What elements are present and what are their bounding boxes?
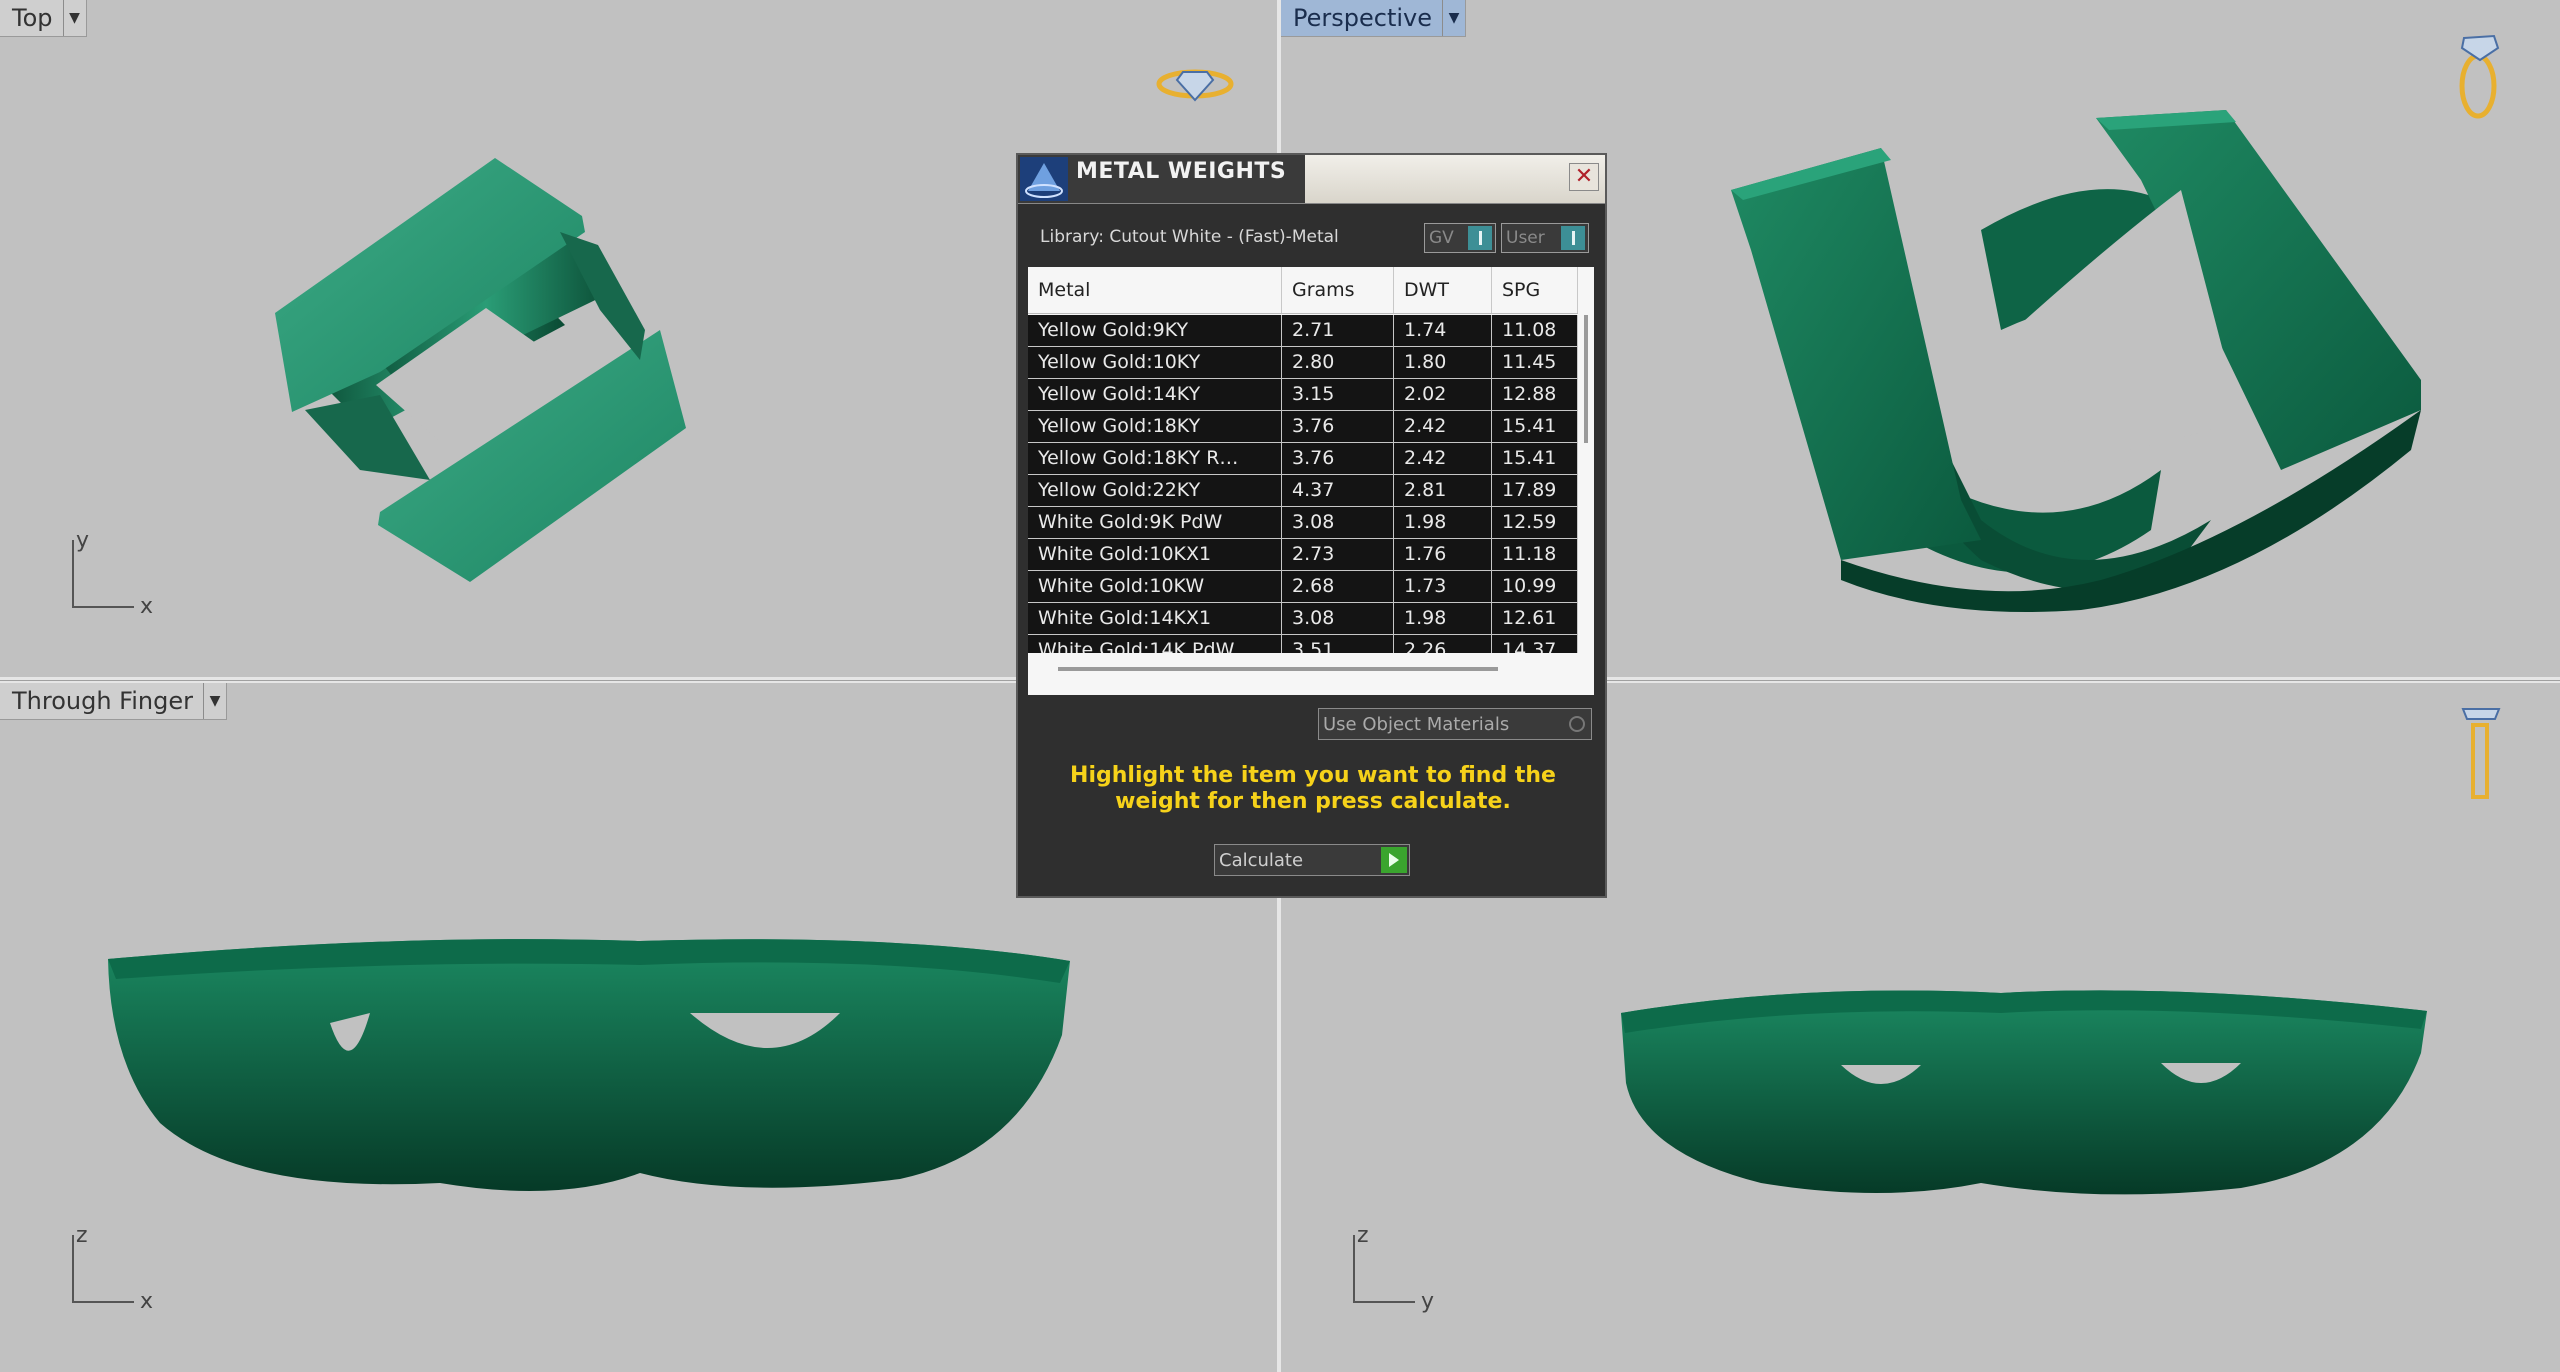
table-row[interactable]: Yellow Gold:9KY 2.71 1.74 11.08 <box>1028 315 1578 347</box>
table-row[interactable]: White Gold:10KX1 2.73 1.76 11.18 <box>1028 539 1578 571</box>
calculate-button[interactable]: Calculate <box>1214 844 1410 876</box>
chevron-down-icon[interactable]: ▼ <box>62 0 86 36</box>
axis-indicator: y x <box>72 528 153 620</box>
instruction-message: Highlight the item you want to find the … <box>1070 763 1556 814</box>
gem-ring-icon[interactable] <box>2459 705 2503 805</box>
axis-indicator: z y <box>1353 1223 1434 1315</box>
table-row[interactable]: Yellow Gold:10KY 2.80 1.80 11.45 <box>1028 347 1578 379</box>
viewport-label: Through Finger <box>12 687 193 715</box>
table-row[interactable]: White Gold:10KW 2.68 1.73 10.99 <box>1028 571 1578 603</box>
table-row[interactable]: Yellow Gold:22KY 4.37 2.81 17.89 <box>1028 475 1578 507</box>
table-row[interactable]: White Gold:9K PdW 3.08 1.98 12.59 <box>1028 507 1578 539</box>
table-header: Metal Grams DWT SPG <box>1028 267 1578 314</box>
use-object-materials-toggle[interactable]: Use Object Materials <box>1318 708 1592 740</box>
table-row[interactable]: White Gold:14K PdW 3.51 2.26 14.37 <box>1028 635 1578 653</box>
user-toggle[interactable]: User <box>1501 223 1589 253</box>
app-logo-icon <box>1020 157 1068 201</box>
gem-ring-icon[interactable] <box>2454 30 2504 120</box>
library-label: Library: Cutout White - (Fast)-Metal <box>1040 227 1339 247</box>
metal-weights-table: Metal Grams DWT SPG Yellow Gold:9KY 2.71 1… <box>1028 267 1594 695</box>
vertical-scrollbar[interactable] <box>1582 315 1590 653</box>
gv-toggle[interactable]: GV <box>1424 223 1496 253</box>
table-row[interactable]: Yellow Gold:18KY R… 3.76 2.42 15.41 <box>1028 443 1578 475</box>
column-header-grams[interactable]: Grams <box>1282 267 1394 313</box>
chevron-down-icon[interactable]: ▼ <box>1442 0 1465 36</box>
viewport-tab-top[interactable]: Top ▼ <box>0 0 87 37</box>
viewport-label: Perspective <box>1293 4 1432 32</box>
chevron-down-icon[interactable]: ▼ <box>202 683 226 719</box>
viewport-tab-perspective[interactable]: Perspective ▼ <box>1281 0 1466 37</box>
play-icon <box>1381 847 1407 873</box>
viewport-tab-through-finger[interactable]: Through Finger ▼ <box>0 683 227 720</box>
metal-weights-dialog: METAL WEIGHTS ✕ Library: Cutout White - … <box>1016 153 1607 898</box>
dialog-title: METAL WEIGHTS <box>1076 159 1287 184</box>
axis-indicator: z x <box>72 1223 153 1315</box>
table-body: Yellow Gold:9KY 2.71 1.74 11.08 Yellow Gold… <box>1028 315 1578 653</box>
viewport-label: Top <box>12 4 53 32</box>
column-header-dwt[interactable]: DWT <box>1394 267 1492 313</box>
column-header-spg[interactable]: SPG <box>1492 267 1578 313</box>
close-button[interactable]: ✕ <box>1569 163 1599 191</box>
gem-ring-icon[interactable] <box>1155 62 1235 106</box>
table-row[interactable]: White Gold:14KX1 3.08 1.98 12.61 <box>1028 603 1578 635</box>
table-row[interactable]: Yellow Gold:18KY 3.76 2.42 15.41 <box>1028 411 1578 443</box>
table-row[interactable]: Yellow Gold:14KY 3.15 2.02 12.88 <box>1028 379 1578 411</box>
column-header-metal[interactable]: Metal <box>1028 267 1282 313</box>
radio-icon <box>1569 716 1585 732</box>
dialog-titlebar[interactable]: METAL WEIGHTS ✕ <box>1018 155 1605 204</box>
horizontal-scrollbar[interactable] <box>1058 667 1498 671</box>
